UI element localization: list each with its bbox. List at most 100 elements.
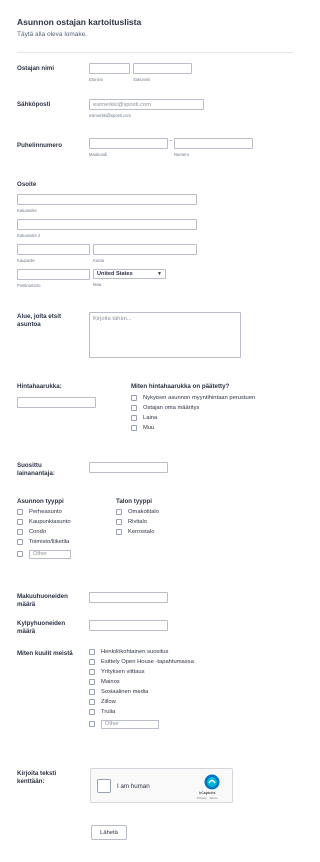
state-sublabel: Kunta (93, 258, 104, 263)
checkbox[interactable] (131, 405, 137, 411)
zip-sublabel: Postinumero (17, 283, 41, 288)
heard-option[interactable]: Henkilökohtainen suositus (89, 647, 194, 657)
house-type-label: Talon tyyppi (116, 498, 152, 505)
chevron-down-icon: ▼ (157, 271, 162, 277)
checkbox[interactable] (17, 519, 23, 525)
lender-label: Suosittu lainanantaja: (17, 462, 55, 477)
heard-other-input[interactable]: Other (101, 719, 159, 729)
home-type-option[interactable]: Toimisto/liiketila (17, 537, 71, 547)
checkbox[interactable] (116, 519, 122, 525)
phone-separator: - (170, 138, 172, 144)
form-subtitle: Täytä alla oleva lomake. (17, 31, 88, 38)
heard-option[interactable]: Sosiaalinen media (89, 687, 194, 697)
house-type-option[interactable]: Kerrostalo (116, 527, 159, 537)
house-type-option[interactable]: Omakotitalo (116, 507, 159, 517)
price-basis-option[interactable]: Nykyisen asunnon myyntihintaan perustuen (131, 393, 255, 403)
street-input[interactable] (17, 194, 197, 205)
heard-label: Miten kuulit meistä (17, 650, 73, 657)
checkbox[interactable] (89, 669, 95, 675)
home-type-other-option[interactable]: Other (17, 549, 71, 559)
phone-number-input[interactable] (174, 138, 253, 149)
bedrooms-input[interactable] (89, 592, 168, 603)
email-label: Sähköposti (17, 101, 51, 108)
bathrooms-input[interactable] (89, 620, 168, 631)
last-name-input[interactable] (133, 63, 192, 74)
area-label: Alue, jolta etsit asuntoa (17, 313, 62, 328)
captcha-brand: hCaptcha (199, 791, 216, 795)
price-basis-option[interactable]: Ostajan oma määritys (131, 403, 255, 413)
heard-option[interactable]: Zillow (89, 697, 194, 707)
country-value: United States (97, 271, 133, 277)
checkbox[interactable] (89, 689, 95, 695)
checkbox[interactable] (17, 509, 23, 515)
price-basis-options: Nykyisen asunnon myyntihintaan perustuen… (131, 393, 255, 433)
heard-options: Henkilökohtainen suositus Esittely Open … (89, 647, 194, 729)
header-divider (17, 52, 293, 53)
first-name-input[interactable] (89, 63, 130, 74)
home-type-option[interactable]: Condo (17, 527, 71, 537)
form-title: Asunnon ostajan kartoituslista (17, 17, 142, 27)
hcaptcha-logo-icon (204, 774, 220, 790)
captcha-text: I am human (117, 783, 150, 790)
first-name-sublabel: Etunimi (89, 77, 103, 82)
heard-option[interactable]: Trulia (89, 707, 194, 717)
home-type-label: Asunnon tyyppi (17, 498, 64, 505)
checkbox[interactable] (89, 679, 95, 685)
checkbox[interactable] (89, 721, 95, 727)
checkbox[interactable] (89, 709, 95, 715)
checkbox[interactable] (17, 551, 23, 557)
city-input[interactable] (17, 244, 90, 255)
heard-other-option[interactable]: Other (89, 719, 194, 729)
checkbox[interactable] (89, 649, 95, 655)
heard-option[interactable]: Yrityksen viittaus (89, 667, 194, 677)
home-type-option[interactable]: Kaupunkiasunto (17, 517, 71, 527)
checkbox[interactable] (131, 395, 137, 401)
price-basis-label: Miten hintahaarukka on päätetty? (131, 383, 230, 390)
price-basis-option[interactable]: Laina (131, 413, 255, 423)
house-type-options: Omakotitalo Rivitalo Kerrostalo (116, 507, 159, 537)
captcha-links[interactable]: Privacy · Terms (197, 796, 218, 800)
captcha-widget: I am human hCaptcha Privacy · Terms (90, 768, 233, 803)
submit-button[interactable]: Lähetä (91, 825, 127, 840)
captcha-checkbox[interactable] (97, 779, 111, 793)
checkbox[interactable] (89, 699, 95, 705)
lender-input[interactable] (89, 462, 168, 473)
buyer-name-label: Ostajan nimi (17, 65, 55, 72)
checkbox[interactable] (17, 539, 23, 545)
area-code-input[interactable] (89, 138, 168, 149)
bathrooms-label: Kylpyhuoneiden määrä (17, 620, 66, 635)
checkbox[interactable] (116, 529, 122, 535)
phone-label: Puhelinnumero (17, 142, 63, 149)
home-type-other-input[interactable]: Other (29, 549, 71, 559)
city-sublabel: Kaupunki (17, 258, 35, 263)
zip-input[interactable] (17, 269, 90, 280)
checkbox[interactable] (116, 509, 122, 515)
house-type-option[interactable]: Rivitalo (116, 517, 159, 527)
address-label: Osoite (17, 181, 37, 188)
checkbox[interactable] (89, 659, 95, 665)
country-sublabel: Maa (93, 282, 102, 287)
area-textarea[interactable] (89, 312, 241, 358)
checkbox[interactable] (131, 415, 137, 421)
home-type-options: Perheasunto Kaupunkiasunto Condo Toimist… (17, 507, 71, 559)
captcha-label: Kirjoita teksti kenttään: (17, 770, 57, 785)
street2-sublabel: Katuosoite 2 (17, 233, 41, 238)
country-select[interactable]: United States ▼ (93, 269, 166, 279)
street-sublabel: Katuosoite (17, 208, 37, 213)
home-type-option[interactable]: Perheasunto (17, 507, 71, 517)
price-range-input[interactable] (17, 397, 96, 408)
area-code-sublabel: Maakoodi (89, 152, 108, 157)
state-input[interactable] (93, 244, 197, 255)
bedrooms-label: Makuuhuoneiden määrä (17, 593, 68, 608)
price-basis-option[interactable]: Muu (131, 423, 255, 433)
checkbox[interactable] (131, 425, 137, 431)
heard-option[interactable]: Esittely Open House -tapahtumassa (89, 657, 194, 667)
last-name-sublabel: Sukunimi (133, 77, 151, 82)
street2-input[interactable] (17, 219, 197, 230)
checkbox[interactable] (17, 529, 23, 535)
email-sublabel: esimerkki@sposti.com (89, 113, 131, 118)
phone-number-sublabel: Numero (174, 152, 189, 157)
price-range-label: Hintahaarukka: (17, 383, 62, 390)
heard-option[interactable]: Mainos (89, 677, 194, 687)
email-input[interactable] (89, 99, 204, 110)
